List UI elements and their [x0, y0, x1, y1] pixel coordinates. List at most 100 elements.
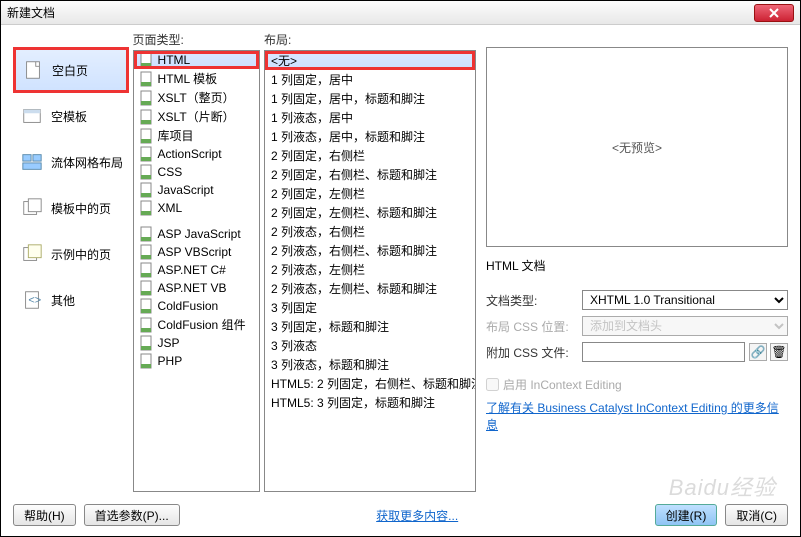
page-type-item[interactable]: HTML 模板	[134, 69, 259, 88]
layout-item[interactable]: 2 列液态，左侧栏、标题和脚注	[265, 279, 475, 298]
file-icon	[138, 164, 154, 180]
file-icon	[138, 353, 154, 369]
page-type-item-label: ASP VBScript	[158, 245, 232, 259]
ice-label: 启用 InContext Editing	[503, 376, 622, 393]
file-icon	[138, 244, 154, 260]
nav-item-other[interactable]: <> 其他	[13, 277, 129, 323]
blank-template-icon	[21, 105, 43, 127]
layout-item[interactable]: <无>	[265, 51, 475, 70]
layout-item[interactable]: HTML5: 2 列固定，右侧栏、标题和脚注	[265, 374, 475, 393]
css-position-label: 布局 CSS 位置:	[486, 318, 578, 335]
get-more-link[interactable]: 获取更多内容...	[376, 507, 458, 524]
nav-item-page-from-template[interactable]: 模板中的页	[13, 185, 129, 231]
nav-label: 其他	[51, 292, 75, 309]
page-type-item[interactable]: ASP.NET C#	[134, 261, 259, 279]
file-icon	[138, 280, 154, 296]
page-type-item[interactable]: HTML	[134, 51, 259, 69]
page-type-item-label: ASP.NET C#	[158, 263, 226, 277]
page-type-item[interactable]: PHP	[134, 352, 259, 370]
page-type-item[interactable]: ASP VBScript	[134, 243, 259, 261]
close-button[interactable]	[754, 4, 794, 22]
page-type-item[interactable]: ColdFusion	[134, 297, 259, 315]
page-type-item-label: XSLT（整页）	[158, 89, 235, 106]
page-type-item[interactable]: ActionScript	[134, 145, 259, 163]
layout-item[interactable]: 2 列固定，左侧栏、标题和脚注	[265, 203, 475, 222]
page-type-item-label: JSP	[158, 336, 180, 350]
nav-item-blank-template[interactable]: 空模板	[13, 93, 129, 139]
nav-label: 模板中的页	[51, 200, 111, 217]
layout-item[interactable]: 1 列液态，居中	[265, 108, 475, 127]
layout-list[interactable]: <无>1 列固定，居中1 列固定，居中，标题和脚注1 列液态，居中1 列液态，居…	[264, 50, 476, 492]
ice-row: 启用 InContext Editing	[486, 376, 788, 393]
layout-item[interactable]: 2 列液态，右侧栏、标题和脚注	[265, 241, 475, 260]
fluid-grid-icon	[21, 151, 43, 173]
layout-label: 布局:	[264, 31, 476, 50]
layout-item[interactable]: 2 列液态，右侧栏	[265, 222, 475, 241]
page-type-item[interactable]: XML	[134, 199, 259, 217]
page-type-item-label: PHP	[158, 354, 183, 368]
nav-item-page-from-sample[interactable]: 示例中的页	[13, 231, 129, 277]
page-type-item[interactable]: ASP.NET VB	[134, 279, 259, 297]
layout-item[interactable]: 1 列固定，居中	[265, 70, 475, 89]
layout-item[interactable]: 2 列固定，右侧栏、标题和脚注	[265, 165, 475, 184]
page-type-item-label: CSS	[158, 165, 183, 179]
titlebar: 新建文档	[1, 1, 800, 25]
dialog-title: 新建文档	[7, 4, 754, 21]
file-icon	[138, 52, 154, 68]
layout-item[interactable]: 2 列固定，左侧栏	[265, 184, 475, 203]
ice-learn-more-link[interactable]: 了解有关 Business Catalyst InContext Editing…	[486, 401, 779, 432]
file-icon	[138, 298, 154, 314]
preferences-button[interactable]: 首选参数(P)...	[84, 504, 180, 526]
doctype-select[interactable]: XHTML 1.0 Transitional	[582, 290, 788, 310]
layout-item[interactable]: 3 列液态	[265, 336, 475, 355]
attach-css-input[interactable]	[582, 342, 745, 362]
page-type-item-label: HTML	[158, 53, 191, 67]
layout-item[interactable]: 3 列固定，标题和脚注	[265, 317, 475, 336]
page-type-column: 页面类型: HTMLHTML 模板XSLT（整页）XSLT（片断）库项目Acti…	[133, 31, 260, 492]
file-icon	[138, 182, 154, 198]
new-document-dialog: 新建文档 空白页 空模板 流体网格布局 模板中的页	[0, 0, 801, 537]
nav-label: 示例中的页	[51, 246, 111, 263]
trash-icon: 🗑	[771, 345, 786, 359]
nav-item-blank-page[interactable]: 空白页	[13, 47, 129, 93]
layout-item[interactable]: 3 列固定	[265, 298, 475, 317]
remove-css-button[interactable]: 🗑	[770, 343, 788, 361]
close-icon	[769, 8, 779, 18]
blank-page-icon	[22, 59, 44, 81]
nav-label: 空模板	[51, 108, 87, 125]
doctype-row: 文档类型: XHTML 1.0 Transitional	[486, 290, 788, 310]
layout-item[interactable]: 2 列液态，左侧栏	[265, 260, 475, 279]
right-pane: <无预览> HTML 文档 文档类型: XHTML 1.0 Transition…	[486, 31, 788, 492]
svg-text:<>: <>	[28, 295, 41, 307]
cancel-button[interactable]: 取消(C)	[725, 504, 788, 526]
page-type-item[interactable]: ASP JavaScript	[134, 225, 259, 243]
page-type-item-label: XSLT（片断）	[158, 108, 235, 125]
file-icon	[138, 317, 154, 333]
page-type-item[interactable]: 库项目	[134, 126, 259, 145]
page-type-item[interactable]: XSLT（整页）	[134, 88, 259, 107]
page-type-item[interactable]: ColdFusion 组件	[134, 315, 259, 334]
css-position-row: 布局 CSS 位置: 添加到文档头	[486, 316, 788, 336]
file-icon	[138, 90, 154, 106]
layout-item[interactable]: 1 列液态，居中，标题和脚注	[265, 127, 475, 146]
layout-item[interactable]: 3 列液态，标题和脚注	[265, 355, 475, 374]
page-type-list[interactable]: HTML HTML 模板XSLT（整页） XSLT（片断）库项目ActionScri…	[133, 50, 260, 492]
footer: 帮助(H) 首选参数(P)... 获取更多内容... 创建(R) 取消(C)	[13, 504, 788, 526]
page-type-item-label: ColdFusion	[158, 299, 219, 313]
preview-box: <无预览>	[486, 47, 788, 247]
layout-item[interactable]: HTML5: 3 列固定，标题和脚注	[265, 393, 475, 412]
page-type-item[interactable]: JSP	[134, 334, 259, 352]
layout-item[interactable]: 1 列固定，居中，标题和脚注	[265, 89, 475, 108]
layout-item[interactable]: 2 列固定，右侧栏	[265, 146, 475, 165]
page-type-item[interactable]: CSS	[134, 163, 259, 181]
page-from-sample-icon	[21, 243, 43, 265]
link-css-button[interactable]: 🔗	[749, 343, 767, 361]
page-type-item[interactable]: JavaScript	[134, 181, 259, 199]
file-icon	[138, 226, 154, 242]
file-icon	[138, 128, 154, 144]
attach-css-label: 附加 CSS 文件:	[486, 344, 578, 361]
page-type-item[interactable]: XSLT（片断）	[134, 107, 259, 126]
nav-item-fluid-grid[interactable]: 流体网格布局	[13, 139, 129, 185]
help-button[interactable]: 帮助(H)	[13, 504, 76, 526]
create-button[interactable]: 创建(R)	[655, 504, 718, 526]
